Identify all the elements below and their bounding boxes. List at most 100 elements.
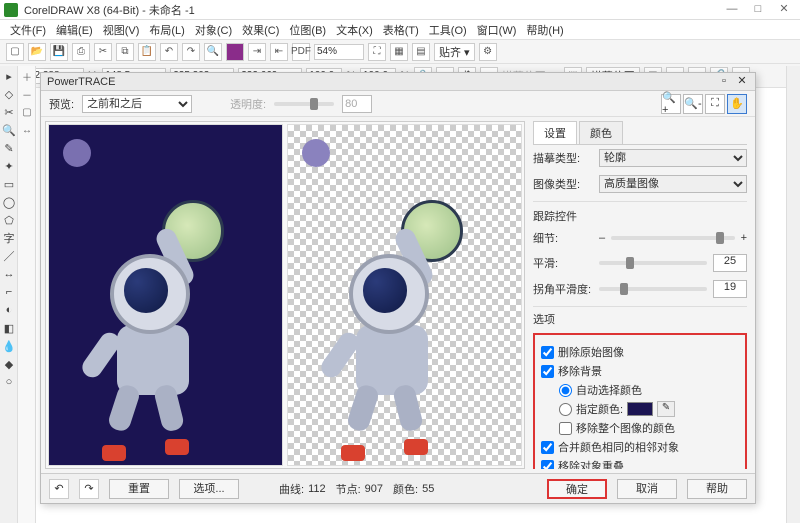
spec-color-swatch[interactable]: [627, 402, 653, 416]
smooth-value[interactable]: 25: [713, 254, 747, 272]
minimize-button[interactable]: —: [720, 2, 744, 18]
eyedropper-tool-icon[interactable]: 💧: [1, 338, 17, 354]
trace-type-select[interactable]: 轮廓: [599, 149, 747, 167]
menu-object[interactable]: 对象(C): [191, 21, 236, 39]
zoom-in-icon[interactable]: ＋: [19, 68, 35, 84]
smooth-slider[interactable]: [599, 261, 707, 265]
reset-button[interactable]: 重置: [109, 479, 169, 499]
ok-button[interactable]: 确定: [547, 479, 607, 499]
zoom-out-button[interactable]: 🔍-: [683, 94, 703, 114]
auto-color-radio[interactable]: [559, 384, 572, 397]
remove-bg-label: 移除背景: [558, 363, 602, 379]
fit-width-icon[interactable]: ↔: [19, 122, 35, 138]
dialog-close-button[interactable]: ✕: [735, 75, 749, 89]
zoom-tool-icon[interactable]: 🔍: [1, 122, 17, 138]
outline-tool-icon[interactable]: ○: [1, 374, 17, 390]
line-tool-icon[interactable]: ／: [1, 248, 17, 264]
menu-layout[interactable]: 布局(L): [145, 21, 188, 39]
detail-slider[interactable]: [611, 236, 734, 240]
app-launcher-icon[interactable]: [226, 43, 244, 61]
dimension-tool-icon[interactable]: ↔: [1, 266, 17, 282]
copy-button[interactable]: ⧉: [116, 43, 134, 61]
undo-step-button[interactable]: ↶: [49, 479, 69, 499]
grid-button[interactable]: ▤: [412, 43, 430, 61]
pdf-button[interactable]: PDF: [292, 43, 310, 61]
detail-minus-icon[interactable]: –: [599, 232, 605, 244]
redo-step-button[interactable]: ↷: [79, 479, 99, 499]
polygon-tool-icon[interactable]: ⬠: [1, 212, 17, 228]
cut-button[interactable]: ✂: [94, 43, 112, 61]
merge-adjacent-checkbox[interactable]: [541, 441, 554, 454]
menu-text[interactable]: 文本(X): [332, 21, 377, 39]
new-doc-button[interactable]: ▢: [6, 43, 24, 61]
rectangle-tool-icon[interactable]: ▭: [1, 176, 17, 192]
remove-bg-checkbox[interactable]: [541, 365, 554, 378]
rulers-button[interactable]: ▦: [390, 43, 408, 61]
preview-pane: [45, 121, 525, 469]
save-button[interactable]: 💾: [50, 43, 68, 61]
remove-overlap-label: 移除对象重叠: [558, 458, 624, 469]
corner-value[interactable]: 19: [713, 280, 747, 298]
menu-help[interactable]: 帮助(H): [522, 21, 567, 39]
close-button[interactable]: ✕: [772, 2, 796, 18]
eyedropper-icon[interactable]: ✎: [657, 401, 675, 417]
preview-before[interactable]: [48, 124, 283, 466]
pan-button[interactable]: ✋: [727, 94, 747, 114]
delete-original-checkbox[interactable]: [541, 346, 554, 359]
search-button[interactable]: 🔍: [204, 43, 222, 61]
redo-button[interactable]: ↷: [182, 43, 200, 61]
pick-tool-icon[interactable]: ▸: [1, 68, 17, 84]
color-palette[interactable]: [786, 66, 800, 523]
tab-settings[interactable]: 设置: [533, 121, 577, 144]
zoom-fit-button[interactable]: ⛶: [705, 94, 725, 114]
import-button[interactable]: ⇥: [248, 43, 266, 61]
options-button[interactable]: 选项...: [179, 479, 239, 499]
text-tool-icon[interactable]: 字: [1, 230, 17, 246]
image-type-select[interactable]: 高质量图像: [599, 175, 747, 193]
menu-table[interactable]: 表格(T): [379, 21, 423, 39]
paste-button[interactable]: 📋: [138, 43, 156, 61]
ellipse-tool-icon[interactable]: ◯: [1, 194, 17, 210]
print-button[interactable]: ⎙: [72, 43, 90, 61]
freehand-tool-icon[interactable]: ✎: [1, 140, 17, 156]
preview-after[interactable]: [287, 124, 522, 466]
zoom-combo[interactable]: [314, 44, 364, 60]
opacity-value: [342, 95, 372, 113]
fullscreen-button[interactable]: ⛶: [368, 43, 386, 61]
snap-dropdown[interactable]: 贴齐 ▾: [434, 43, 475, 61]
astronaut-trace: [311, 173, 497, 445]
menu-file[interactable]: 文件(F): [6, 21, 50, 39]
remove-overlap-checkbox[interactable]: [541, 460, 554, 470]
options-button[interactable]: ⚙: [479, 43, 497, 61]
maximize-button[interactable]: □: [746, 2, 770, 18]
undo-button[interactable]: ↶: [160, 43, 178, 61]
help-button[interactable]: 帮助: [687, 479, 747, 499]
tab-colors[interactable]: 颜色: [579, 121, 623, 144]
export-button[interactable]: ⇤: [270, 43, 288, 61]
corner-slider[interactable]: [599, 287, 707, 291]
detail-plus-icon[interactable]: +: [741, 232, 747, 244]
menu-view[interactable]: 视图(V): [99, 21, 144, 39]
fit-page-icon[interactable]: ▢: [19, 104, 35, 120]
menu-window[interactable]: 窗口(W): [473, 21, 521, 39]
menu-bitmap[interactable]: 位图(B): [285, 21, 330, 39]
transparency-tool-icon[interactable]: ◧: [1, 320, 17, 336]
spec-color-radio[interactable]: [559, 403, 572, 416]
remove-entire-checkbox[interactable]: [559, 422, 572, 435]
shadow-tool-icon[interactable]: ◐: [1, 302, 17, 318]
dialog-undock-button[interactable]: ▫: [717, 75, 731, 89]
menu-tools[interactable]: 工具(O): [425, 21, 471, 39]
menu-edit[interactable]: 编辑(E): [52, 21, 97, 39]
open-button[interactable]: 📂: [28, 43, 46, 61]
menu-effect[interactable]: 效果(C): [238, 21, 283, 39]
cancel-button[interactable]: 取消: [617, 479, 677, 499]
preview-mode-select[interactable]: 之前和之后: [82, 95, 192, 113]
shape-tool-icon[interactable]: ◇: [1, 86, 17, 102]
smart-tool-icon[interactable]: ✦: [1, 158, 17, 174]
crop-tool-icon[interactable]: ✂: [1, 104, 17, 120]
zoom-out-icon[interactable]: －: [19, 86, 35, 102]
connector-tool-icon[interactable]: ⌐: [1, 284, 17, 300]
fill-tool-icon[interactable]: ◆: [1, 356, 17, 372]
colors-label: 颜色:: [393, 481, 418, 497]
zoom-in-button[interactable]: 🔍+: [661, 94, 681, 114]
